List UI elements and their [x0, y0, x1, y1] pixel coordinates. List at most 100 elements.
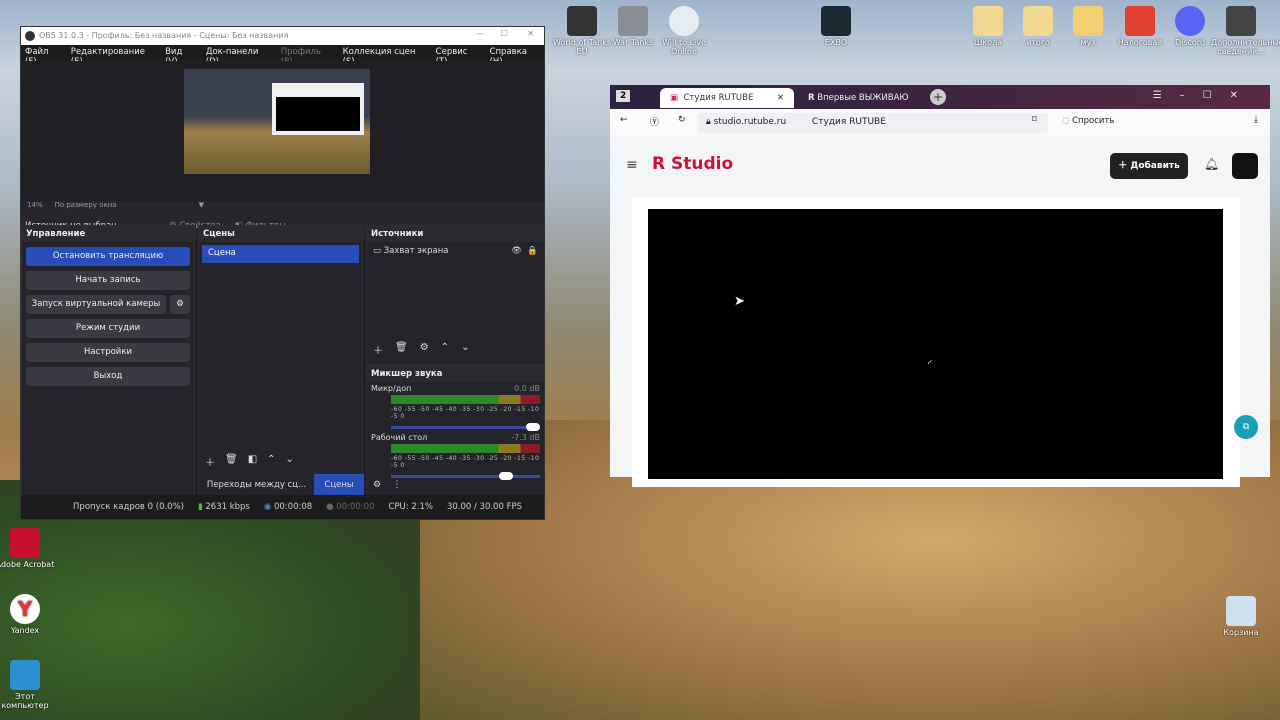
chevron-down-icon[interactable]: ⌄: [286, 454, 294, 469]
mouse-cursor-icon: ➤: [734, 294, 745, 309]
menu-edit[interactable]: Редактирование (E): [71, 47, 155, 67]
zoom-mode-select[interactable]: По размеру окна: [55, 201, 117, 213]
add-button[interactable]: ＋ Добавить: [1110, 153, 1188, 179]
advanced-audio-gear-icon[interactable]: ⚙: [373, 480, 381, 490]
yandex-icon: Y: [10, 594, 40, 624]
desktop-icon[interactable]: Y Yandex: [0, 594, 55, 635]
reload-icon[interactable]: ↻: [678, 115, 686, 125]
desktop-icon[interactable]: Will to Live Online: [654, 6, 714, 56]
scenes-panel: Сцены Сцена ＋ 🗑 ◧ ⌃ ⌄ Переходы между сц... С…: [198, 225, 364, 497]
tab-video[interactable]: R Впервые ВЫЖИВАЮ: [798, 88, 919, 108]
rstudio-logo[interactable]: R Studio: [652, 154, 733, 174]
volume-slider-knob[interactable]: [526, 423, 540, 431]
volume-slider-knob[interactable]: [499, 472, 514, 480]
virtual-camera-button[interactable]: Запуск виртуальной камеры: [26, 295, 166, 314]
address-bar-row: ← Ⓨ ↻ 🔒︎ studio.rutube.ru Студия RUTUBE …: [610, 109, 1270, 137]
add-icon[interactable]: ＋: [205, 454, 215, 469]
gear-icon[interactable]: ⚙: [420, 342, 429, 357]
tank-icon: [567, 6, 597, 36]
settings-button[interactable]: Настройки: [26, 343, 190, 362]
photos-icon: [1226, 6, 1256, 36]
content-card: ◜: [632, 197, 1240, 487]
ask-button[interactable]: ◌ Спросить: [1062, 116, 1114, 126]
desktop-icon[interactable]: EXBO: [806, 6, 866, 47]
tab-transitions[interactable]: Переходы между сц...: [199, 474, 314, 496]
maximize-icon[interactable]: ☐: [501, 29, 508, 38]
menu-docks[interactable]: Док-панели (D): [206, 47, 271, 67]
pdf-folder-icon: [973, 6, 1003, 36]
download-icon[interactable]: ⤓: [1254, 115, 1258, 125]
close-tab-icon[interactable]: ✕: [777, 93, 784, 103]
monitor-icon: ▭: [373, 246, 384, 256]
close-icon[interactable]: ✕: [527, 29, 534, 38]
tab-scenes[interactable]: Сцены: [314, 474, 364, 496]
support-chat-button[interactable]: ⧉: [1234, 415, 1258, 439]
preview-canvas[interactable]: [21, 61, 544, 201]
desktop-icon[interactable]: Корзина: [1211, 596, 1271, 637]
mixer-channel-mic: Микр/доп 0.0 dB -60 -55 -50 -45 -40 -35 -…: [367, 382, 544, 431]
chevron-down-icon[interactable]: ⌄: [461, 342, 469, 357]
desktop-icon[interactable]: муз: [1058, 6, 1118, 47]
trash-icon[interactable]: 🗑: [395, 342, 408, 357]
computer-icon: [10, 660, 40, 690]
folder-icon: [1073, 6, 1103, 36]
video-player[interactable]: ◜: [648, 209, 1223, 479]
trash-icon[interactable]: 🗑: [225, 454, 238, 469]
volume-slider[interactable]: [391, 423, 540, 431]
loading-spinner-icon: ◜: [928, 359, 932, 370]
menu-view[interactable]: Вид (V): [165, 47, 196, 67]
dropdown-arrow-icon[interactable]: ▼: [199, 201, 204, 213]
preview-zoom-bar: 14% По размеру окна ▼: [21, 201, 544, 213]
start-recording-button[interactable]: Начать запись: [26, 271, 190, 290]
menu-scene-collection[interactable]: Коллекция сцен (S): [343, 47, 426, 67]
tank-icon: [618, 6, 648, 36]
avatar[interactable]: [1232, 153, 1258, 179]
desktop-icon[interactable]: Adobe Acrobat: [0, 528, 55, 569]
tab-count[interactable]: 2: [616, 90, 631, 102]
menu-profile[interactable]: Профиль (P): [281, 47, 333, 67]
status-bar: Пропуск кадров 0 (0.0%) ▮ 2631 kbps ◉ 00…: [21, 495, 544, 519]
lock-icon[interactable]: 🔒: [527, 246, 538, 256]
minimize-icon[interactable]: —: [476, 29, 484, 38]
mixer-menu-icon[interactable]: ⋮: [393, 480, 402, 490]
desktop-icon[interactable]: Этот компьютер: [0, 660, 55, 710]
menu-file[interactable]: Файл (F): [25, 47, 61, 67]
acrobat-icon: [10, 528, 40, 558]
hamburger-menu-icon[interactable]: ≡: [626, 157, 638, 173]
volume-slider[interactable]: [391, 472, 540, 480]
menu-tools[interactable]: Сервис (T): [436, 47, 480, 67]
virtual-camera-settings-icon[interactable]: ⚙: [170, 295, 190, 314]
controls-panel: Управление Остановить трансляцию Начать …: [21, 225, 195, 497]
tab-strip: 2 ▣ Студия RUTUBE ✕ R Впервые ВЫЖИВАЮ + ☰…: [610, 85, 1270, 109]
filter-icon[interactable]: ◧: [248, 454, 257, 469]
yandex-logo-icon[interactable]: Ⓨ: [650, 115, 659, 128]
studio-mode-button[interactable]: Режим студии: [26, 319, 190, 338]
window-controls[interactable]: ☰–☐✕: [1153, 90, 1256, 101]
back-icon[interactable]: ←: [620, 115, 628, 125]
scene-item[interactable]: Сцена: [202, 245, 359, 263]
preview-thumbnail: [184, 69, 370, 174]
recycle-bin-icon: [1226, 596, 1256, 626]
stop-stream-button[interactable]: Остановить трансляцию: [26, 247, 190, 266]
mixer-channel-desktop: Рабочий стол -7.3 dB -60 -55 -50 -45 -40 …: [367, 431, 544, 480]
bell-icon[interactable]: 🔔︎: [1204, 157, 1219, 171]
source-item[interactable]: ▭ Захват экрана 👁 🔒: [367, 242, 544, 260]
desktop-icon[interactable]: Дополнительные сведения...: [1211, 6, 1280, 56]
chevron-up-icon[interactable]: ⌃: [267, 454, 275, 469]
alice-icon: ◌: [1062, 116, 1070, 126]
volume-meter: [391, 444, 540, 453]
exit-button[interactable]: Выход: [26, 367, 190, 386]
new-tab-icon[interactable]: +: [930, 89, 946, 105]
discord-icon: [1175, 6, 1205, 36]
record-icon: ●: [326, 502, 334, 512]
menu-help[interactable]: Справка (H): [490, 47, 540, 67]
signal-icon: ▮: [197, 502, 203, 512]
chevron-up-icon[interactable]: ⌃: [441, 342, 449, 357]
url-field[interactable]: 🔒︎ studio.rutube.ru Студия RUTUBE: [698, 113, 1048, 133]
obs-titlebar: OBS 31.0.3 - Профиль: Без названия - Сце…: [21, 27, 544, 45]
eye-icon[interactable]: 👁: [511, 246, 522, 256]
add-icon[interactable]: ＋: [373, 342, 383, 357]
tab-studio-rutube[interactable]: ▣ Студия RUTUBE ✕: [660, 88, 794, 108]
lock-icon: 🔒︎: [706, 117, 711, 127]
bookmark-icon[interactable]: ⌑: [1032, 115, 1037, 125]
